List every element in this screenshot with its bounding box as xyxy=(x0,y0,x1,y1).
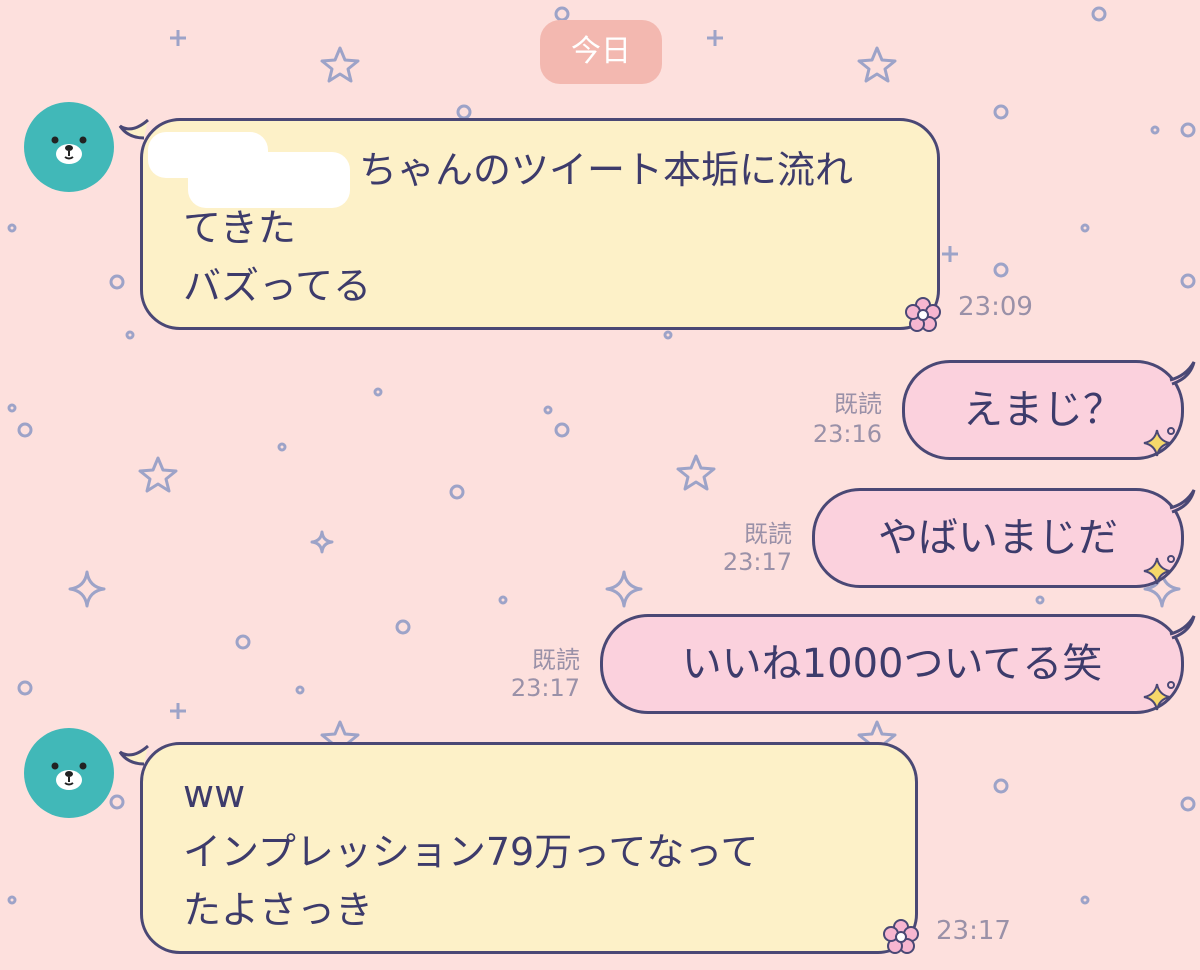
sparkle-icon xyxy=(1143,427,1175,457)
message-text: えまじ？ xyxy=(963,387,1123,433)
message-time: 23:17 xyxy=(722,548,792,576)
redaction-mark xyxy=(188,152,350,208)
star-icon xyxy=(320,46,360,83)
outgoing-message-bubble[interactable]: やばいまじだ xyxy=(812,488,1184,588)
read-receipt: 既読 xyxy=(834,390,882,418)
flower-icon xyxy=(883,919,919,954)
bubble-tail xyxy=(1169,489,1196,514)
star-icon xyxy=(857,46,897,83)
sparkle-icon xyxy=(1143,555,1175,585)
star-icon xyxy=(138,456,178,493)
flower-icon xyxy=(905,297,941,332)
message-line: バズってる xyxy=(183,264,372,308)
read-receipt: 既読 xyxy=(532,646,580,674)
message-text: やばいまじだ xyxy=(878,515,1118,561)
message-time: 23:17 xyxy=(510,674,580,702)
message-line: ww xyxy=(183,772,246,816)
incoming-message-bubble[interactable]: ww インプレッション79万ってなって たよさっき xyxy=(140,742,918,954)
sparkle-icon xyxy=(605,570,643,608)
message-line: たよさっき xyxy=(183,888,374,932)
bear-avatar-icon[interactable] xyxy=(24,728,114,818)
bear-face-icon xyxy=(51,136,87,164)
sparkle-icon xyxy=(310,530,334,554)
outgoing-message-bubble[interactable]: いいね1000ついてる笑 xyxy=(600,614,1184,714)
sparkle-icon xyxy=(68,570,106,608)
bear-avatar-icon[interactable] xyxy=(24,102,114,192)
message-time: 23:09 xyxy=(958,292,1033,322)
message-time: 23:16 xyxy=(812,420,882,448)
message-text: いいね1000ついてる笑 xyxy=(681,641,1103,687)
read-receipt: 既読 xyxy=(744,520,792,548)
sparkle-icon xyxy=(1143,681,1175,711)
message-line: インプレッション79万ってなって xyxy=(183,830,759,874)
date-separator: 今日 xyxy=(540,20,662,84)
bubble-tail xyxy=(1169,361,1196,386)
bear-face-icon xyxy=(51,762,87,790)
bubble-tail xyxy=(1169,615,1196,640)
star-icon xyxy=(676,454,716,491)
message-time: 23:17 xyxy=(936,916,1011,946)
